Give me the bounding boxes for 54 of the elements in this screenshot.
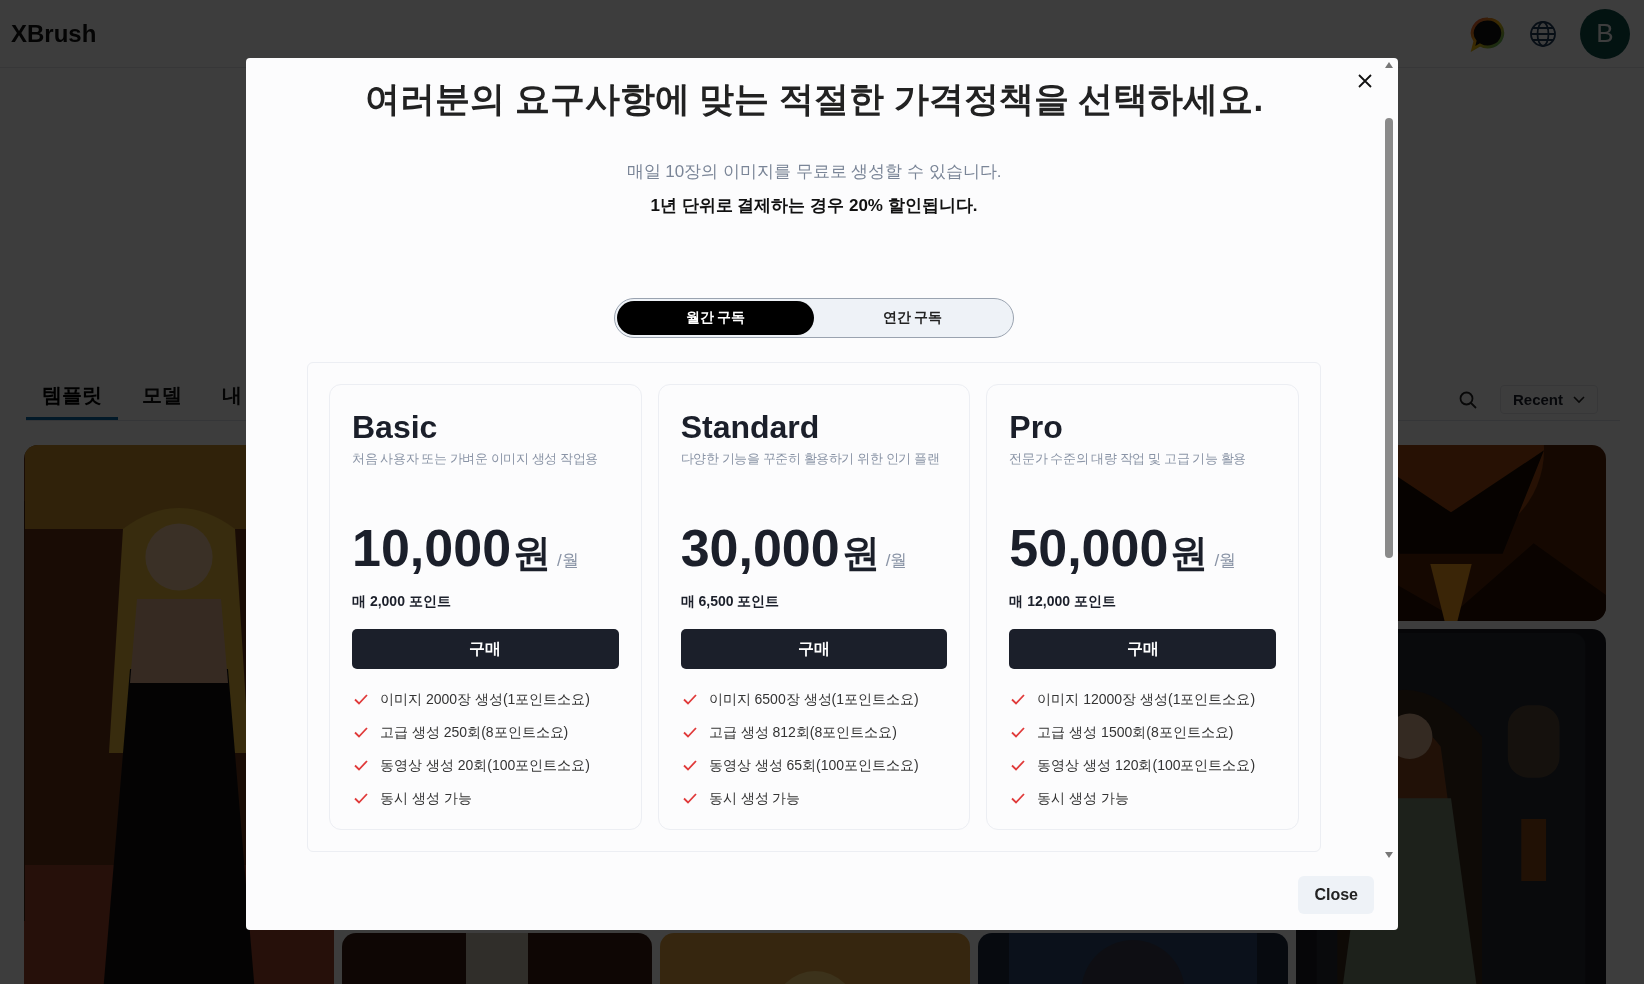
close-button[interactable]: Close bbox=[1298, 876, 1374, 914]
plan-description: 처음 사용자 또는 가벼운 이미지 생성 작업용 bbox=[352, 450, 600, 468]
feature: 동영상 생성 65회(100포인트소요) bbox=[708, 756, 919, 775]
billing-option[interactable]: 월간 구독 bbox=[617, 301, 814, 335]
check-icon bbox=[682, 694, 697, 705]
feature: 이미지 12000장 생성(1포인트소요) bbox=[1037, 690, 1256, 709]
billing-period: /월 bbox=[1214, 550, 1237, 572]
feature: 동영상 생성 20회(100포인트소요) bbox=[380, 756, 591, 775]
subtitle: 매일 10장의 이미지를 무료로 생성할 수 있습니다. bbox=[626, 161, 1002, 183]
check-icon bbox=[1011, 727, 1026, 738]
buy-button[interactable]: 구매 bbox=[352, 629, 619, 669]
feature: 이미지 2000장 생성(1포인트소요) bbox=[380, 690, 591, 709]
buy-button[interactable]: 구매 bbox=[1009, 629, 1276, 669]
points: 매 12,000 포인트 bbox=[1009, 592, 1117, 611]
currency: 원 bbox=[513, 531, 552, 576]
check-icon bbox=[682, 727, 697, 738]
currency: 원 bbox=[841, 531, 880, 576]
billing-option[interactable]: 연간 구독 bbox=[814, 301, 1011, 335]
billing-period: /월 bbox=[557, 550, 579, 572]
plan-name: Pro bbox=[1009, 408, 1064, 447]
discount-note: 1년 단위로 결제하는 경우 20% 할인됩니다. bbox=[650, 195, 978, 217]
feature: 동시 생성 가능 bbox=[380, 789, 472, 808]
scrollbar[interactable] bbox=[1384, 60, 1394, 860]
feature: 고급 생성 812회(8포인트소요) bbox=[708, 723, 897, 742]
check-icon bbox=[1011, 793, 1026, 804]
buy-button[interactable]: 구매 bbox=[680, 629, 948, 669]
check-icon bbox=[682, 760, 697, 771]
price: 50,000 bbox=[1009, 518, 1169, 579]
feature: 고급 생성 250회(8포인트소요) bbox=[380, 723, 569, 742]
plan-name: Standard bbox=[680, 408, 821, 447]
check-icon bbox=[1011, 694, 1026, 705]
feature: 동시 생성 가능 bbox=[1037, 789, 1130, 808]
feature: 동영상 생성 120회(100포인트소요) bbox=[1037, 756, 1256, 775]
billing-period: /월 bbox=[885, 550, 908, 572]
dialog-title: 여러분의 요구사항에 맞는 적절한 가격정책을 선택하세요. bbox=[364, 78, 1264, 120]
scroll-up-icon[interactable] bbox=[1385, 62, 1393, 68]
plan-name: Basic bbox=[352, 408, 439, 447]
check-icon bbox=[354, 694, 368, 705]
check-icon bbox=[354, 760, 368, 771]
price: 10,000 bbox=[352, 518, 512, 579]
check-icon bbox=[1011, 760, 1026, 771]
price: 30,000 bbox=[680, 518, 840, 579]
check-icon bbox=[682, 793, 697, 804]
points: 매 6,500 포인트 bbox=[680, 592, 781, 611]
check-icon bbox=[354, 727, 368, 738]
feature: 고급 생성 1500회(8포인트소요) bbox=[1037, 723, 1234, 742]
check-icon bbox=[354, 793, 368, 804]
currency: 원 bbox=[1170, 531, 1209, 576]
points: 매 2,000 포인트 bbox=[352, 592, 452, 611]
feature: 이미지 6500장 생성(1포인트소요) bbox=[708, 690, 919, 709]
feature: 동시 생성 가능 bbox=[708, 789, 801, 808]
plan-description: 전문가 수준의 대량 작업 및 고급 기능 활용 bbox=[1009, 450, 1247, 468]
scroll-down-icon[interactable] bbox=[1385, 852, 1393, 858]
plan-description: 다양한 기능을 꾸준히 활용하기 위한 인기 플랜 bbox=[680, 450, 941, 468]
